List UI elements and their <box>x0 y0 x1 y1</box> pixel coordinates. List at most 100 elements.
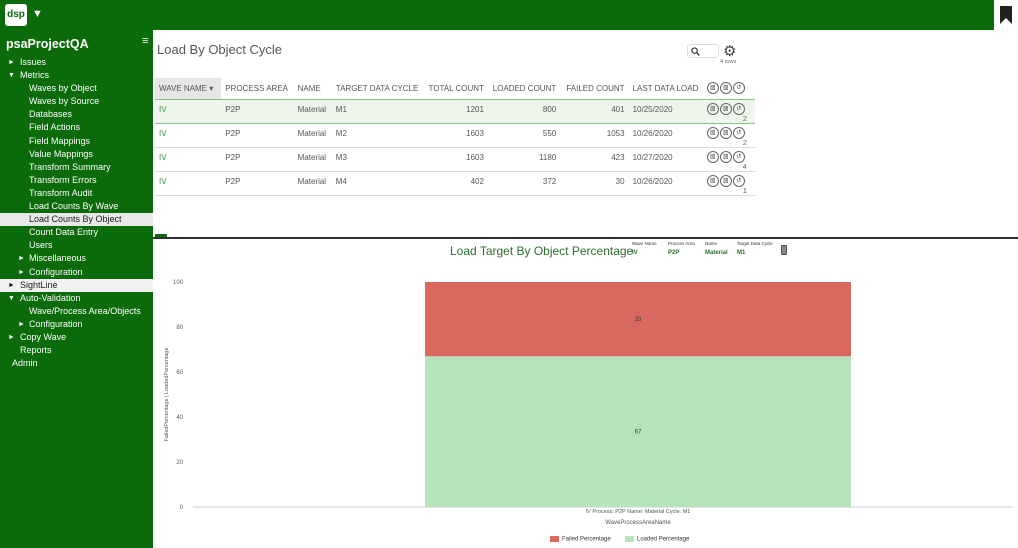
sidebar-item-issues[interactable]: ► Issues <box>0 56 153 69</box>
col-failed-count[interactable]: FAILED COUNT <box>560 78 628 99</box>
table-row[interactable]: IV P2P Material M2 1603 550 1053 10/26/2020 ▥ ▥ ↺ 2 <box>155 123 755 148</box>
sidebar-item-label: Transform Audit <box>29 187 93 198</box>
chart-icon[interactable]: ▥ <box>706 126 719 139</box>
history-icon[interactable]: ↺ <box>732 150 745 163</box>
history-icon[interactable]: ↺ <box>732 126 745 139</box>
cell-area: P2P <box>221 123 294 148</box>
gear-icon[interactable]: ⚙ <box>723 42 736 60</box>
col-wave-name[interactable]: WAVE NAME ▾ <box>155 78 222 99</box>
cell-loaded: 372 <box>487 171 561 196</box>
sidebar-item-label: Transform Errors <box>29 174 97 185</box>
sidebar-item-miscellaneous[interactable]: ► Miscellaneous <box>0 252 153 265</box>
chart-icon[interactable]: ▥ <box>706 150 719 163</box>
legend-label: Loaded Percentage <box>637 536 690 543</box>
cell-area: P2P <box>221 147 294 172</box>
sidebar-item-wave-process-area-objects[interactable]: Wave/Process Area/Objects <box>0 305 153 318</box>
sidebar-item-waves-by-source[interactable]: Waves by Source <box>0 95 153 108</box>
sidebar-item-label: Load Counts By Wave <box>29 201 119 212</box>
sidebar-item-metrics[interactable]: ▼ Metrics <box>0 69 153 82</box>
sidebar-item-value-mappings[interactable]: Value Mappings <box>0 148 153 161</box>
y-tick-label: 40 <box>176 415 183 421</box>
panel-divider[interactable] <box>153 237 1018 239</box>
sidebar-item-label: Auto-Validation <box>20 292 81 303</box>
collapsed-arrow-icon: ► <box>8 333 15 341</box>
search-icon <box>691 47 700 56</box>
page-title: Load By Object Cycle <box>157 42 283 57</box>
cell-wave: IV <box>155 147 222 172</box>
filter-target-data-cycle: Target Data Cycle M1 <box>737 241 773 256</box>
dsp-logo[interactable]: dsp <box>5 4 27 26</box>
sidebar-item-copy-wave[interactable]: ► Copy Wave <box>0 331 153 344</box>
cell-loaded: 800 <box>487 98 561 124</box>
table-row[interactable]: IV P2P Material M1 1201 800 401 10/25/2020 ▥ ▥ ↺ 2 <box>155 98 755 124</box>
col-loaded-count[interactable]: LOADED COUNT <box>488 78 560 99</box>
sidebar-item-load-counts-by-object[interactable]: Load Counts By Object <box>0 213 153 227</box>
legend-failed[interactable]: Failed Percentage <box>550 536 611 543</box>
expanded-arrow-icon: ▼ <box>8 72 15 80</box>
col-name[interactable]: NAME <box>294 78 332 99</box>
chart-icon[interactable]: ▥ <box>706 82 719 95</box>
cell-name: Material <box>293 123 332 148</box>
stacked-bar-chart: 0 20 40 60 80 100 FailedPercentage | LoadedPer… <box>164 280 1013 526</box>
col-target-data-cycle[interactable]: TARGET DATA CYCLE <box>332 78 424 99</box>
sidebar-item-transform-errors[interactable]: Transform Errors <box>0 174 153 187</box>
cell-wave: IV <box>155 98 222 124</box>
cell-total: 1603 <box>424 123 488 148</box>
sidebar-item-label: Transform Summary <box>29 161 111 172</box>
bookmark-icon <box>1000 6 1012 24</box>
col-process-area[interactable]: PROCESS AREA <box>221 78 293 99</box>
sidebar-item-label: Load Counts By Object <box>29 214 122 225</box>
collapsed-arrow-icon: ► <box>18 320 25 328</box>
filter-value: IV <box>632 250 638 256</box>
col-last-data-load[interactable]: LAST DATA LOAD <box>629 78 703 99</box>
x-tick-label: IV Process: P2P Name: Material Cycle: M1 <box>586 509 691 515</box>
sidebar-item-label: Configuration <box>29 266 83 277</box>
table-row[interactable]: IV P2P Material M3 1603 1180 423 10/27/2020 ▥ ▥ ↺ 4 <box>155 147 755 172</box>
filter-value: Material <box>705 250 728 256</box>
y-axis-label: FailedPercentage | LoadedPercentage <box>164 347 170 441</box>
sidebar-item-databases[interactable]: Databases <box>0 108 153 121</box>
chart-title: Load Target By Object Percentage <box>450 244 634 258</box>
cell-last: 10/26/2020 <box>628 123 703 148</box>
history-icon[interactable]: ↺ <box>732 82 745 95</box>
sidebar-item-configuration[interactable]: ► Configuration <box>0 266 153 279</box>
history-icon[interactable]: ↺ <box>732 174 745 187</box>
sidebar-item-load-counts-by-wave[interactable]: Load Counts By Wave <box>0 200 153 213</box>
table-row[interactable]: IV P2P Material M4 402 372 30 10/26/2020 ▥ ▥ ↺ 1 <box>155 171 755 196</box>
chart-icon[interactable]: ▥ <box>706 102 719 115</box>
sidebar-item-label: Reports <box>20 345 52 356</box>
chart-icon[interactable]: ▥ <box>719 82 732 95</box>
collapsed-arrow-icon: ► <box>18 255 25 263</box>
sidebar-item-transform-summary[interactable]: Transform Summary <box>0 161 153 174</box>
sidebar-item-field-actions[interactable]: Field Actions <box>0 121 153 134</box>
chart-icon[interactable]: ▥ <box>706 174 719 187</box>
sidebar-item-users[interactable]: Users <box>0 239 153 252</box>
col-total-count[interactable]: TOTAL COUNT <box>424 78 488 99</box>
sidebar-item-configuration[interactable]: ► Configuration <box>0 318 153 331</box>
sidebar-item-label: Configuration <box>29 318 83 329</box>
hamburger-menu-icon[interactable]: ≡ <box>142 35 148 47</box>
search-button[interactable] <box>687 44 719 58</box>
row-actions: ▥ ▥ ↺ 2 <box>702 123 755 148</box>
chart-icon[interactable]: ▥ <box>719 126 732 139</box>
sidebar-item-field-mappings[interactable]: Field Mappings <box>0 135 153 148</box>
data-label: 33 <box>635 317 642 323</box>
sidebar-item-label: Copy Wave <box>20 331 67 342</box>
sidebar-item-waves-by-object[interactable]: Waves by Object <box>0 82 153 95</box>
table-header-row: WAVE NAME ▾ PROCESS AREA NAME TARGET DAT… <box>155 78 755 99</box>
mobile-view-icon[interactable] <box>781 245 787 255</box>
history-icon[interactable]: ↺ <box>732 102 745 115</box>
sidebar-item-transform-audit[interactable]: Transform Audit <box>0 187 153 200</box>
sidebar-item-reports[interactable]: Reports <box>0 344 153 357</box>
legend-loaded[interactable]: Loaded Percentage <box>625 536 689 543</box>
bookmark-button[interactable] <box>994 0 1018 30</box>
sidebar-item-admin[interactable]: Admin <box>0 357 153 370</box>
sidebar-item-auto-validation[interactable]: ▼ Auto-Validation <box>0 292 153 305</box>
sidebar-item-sightline[interactable]: ► SightLine <box>0 278 153 292</box>
cell-area: P2P <box>221 171 294 196</box>
chart-icon[interactable]: ▥ <box>719 174 732 187</box>
chart-icon[interactable]: ▥ <box>719 102 732 115</box>
sidebar-item-count-data-entry[interactable]: Count Data Entry <box>0 226 153 239</box>
chart-icon[interactable]: ▥ <box>719 150 732 163</box>
logo-dropdown-icon[interactable]: ▼ <box>32 8 43 20</box>
